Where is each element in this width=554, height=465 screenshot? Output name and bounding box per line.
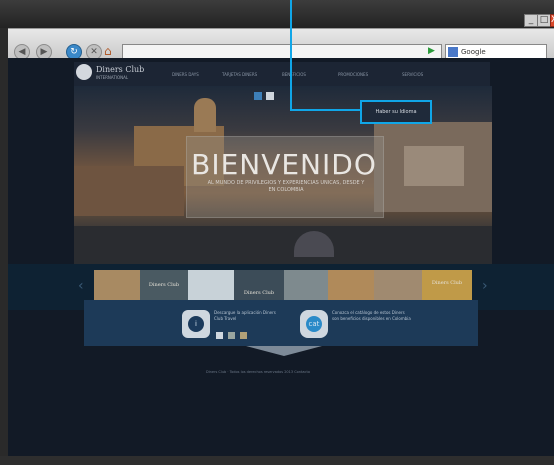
home-icon[interactable]: ⌂ bbox=[104, 44, 112, 58]
carousel-slide[interactable] bbox=[284, 270, 328, 302]
info-text-2[interactable]: Conozca el catálogo de estos Diners son … bbox=[332, 310, 412, 322]
go-icon[interactable]: ▶ bbox=[428, 45, 435, 57]
carousel-prev-icon[interactable]: ‹ bbox=[78, 278, 84, 294]
minimize-button[interactable]: _ bbox=[524, 14, 538, 27]
search-placeholder: Google bbox=[461, 48, 486, 56]
store-badge-icon[interactable] bbox=[228, 332, 235, 339]
info-text-1[interactable]: Descargue la aplicación Diners Club Trav… bbox=[214, 310, 284, 322]
nav-item-5[interactable]: SERVICIOS bbox=[402, 72, 423, 77]
nav-item-4[interactable]: PROMOCIONES bbox=[338, 72, 368, 77]
carousel-next-icon[interactable]: › bbox=[482, 278, 488, 294]
store-badge-icon[interactable] bbox=[240, 332, 247, 339]
carousel-slide[interactable] bbox=[188, 270, 234, 302]
carousel-slide[interactable]: Diners Club bbox=[234, 270, 284, 302]
carousel-slide[interactable] bbox=[328, 270, 374, 302]
diners-logo-icon[interactable] bbox=[76, 64, 92, 80]
app-download-icon[interactable]: i bbox=[182, 310, 210, 338]
carousel-slide[interactable]: Diners Club bbox=[422, 270, 472, 302]
hero-title: BIENVENIDO bbox=[191, 148, 377, 181]
maximize-button[interactable]: □ bbox=[537, 14, 551, 27]
scroll-down-chevron-icon[interactable] bbox=[246, 346, 322, 356]
site-logo-subtext: INTERNATIONAL bbox=[96, 75, 129, 80]
store-badge-icon[interactable] bbox=[216, 332, 223, 339]
annotation-line bbox=[290, 109, 360, 111]
language-button-label: Haber su Idioma bbox=[375, 109, 417, 115]
slide-label: Diners Club bbox=[431, 280, 463, 286]
info-panel bbox=[84, 300, 478, 346]
hero-slide-indicator[interactable] bbox=[254, 92, 262, 100]
hero-subtitle: AL MUNDO DE PRIVILEGIOS Y EXPERIENCIAS U… bbox=[207, 180, 365, 193]
hero-wall bbox=[74, 226, 492, 264]
close-button[interactable]: X bbox=[550, 14, 554, 27]
hero-building bbox=[404, 146, 464, 186]
nav-item-2[interactable]: TARJETAS DINERS bbox=[222, 72, 257, 77]
slide-label: Diners Club bbox=[148, 282, 180, 288]
hero-building bbox=[74, 166, 184, 216]
nav-item-3[interactable]: BENEFICIOS bbox=[282, 72, 306, 77]
search-engine-icon[interactable] bbox=[448, 47, 458, 57]
hero-dome bbox=[194, 98, 216, 132]
hero-slide-indicator[interactable] bbox=[266, 92, 274, 100]
carousel-slide[interactable] bbox=[94, 270, 140, 302]
language-button[interactable]: Haber su Idioma bbox=[360, 100, 432, 124]
annotation-line bbox=[290, 0, 292, 110]
slide-label: Diners Club bbox=[243, 290, 275, 296]
page-footer: Diners Club · Todos los derechos reserva… bbox=[206, 370, 310, 374]
nav-item-1[interactable]: DINERS DAYS bbox=[172, 72, 199, 77]
catalog-icon[interactable]: cat bbox=[300, 310, 328, 338]
browser-statusbar bbox=[0, 456, 554, 465]
carousel-slide[interactable]: Diners Club bbox=[140, 270, 188, 302]
site-logo-text[interactable]: Diners Club bbox=[96, 66, 144, 74]
promo-carousel: Diners Club Diners Club Diners Club bbox=[94, 270, 472, 302]
window-titlebar bbox=[0, 0, 554, 28]
carousel-slide[interactable] bbox=[374, 270, 422, 302]
